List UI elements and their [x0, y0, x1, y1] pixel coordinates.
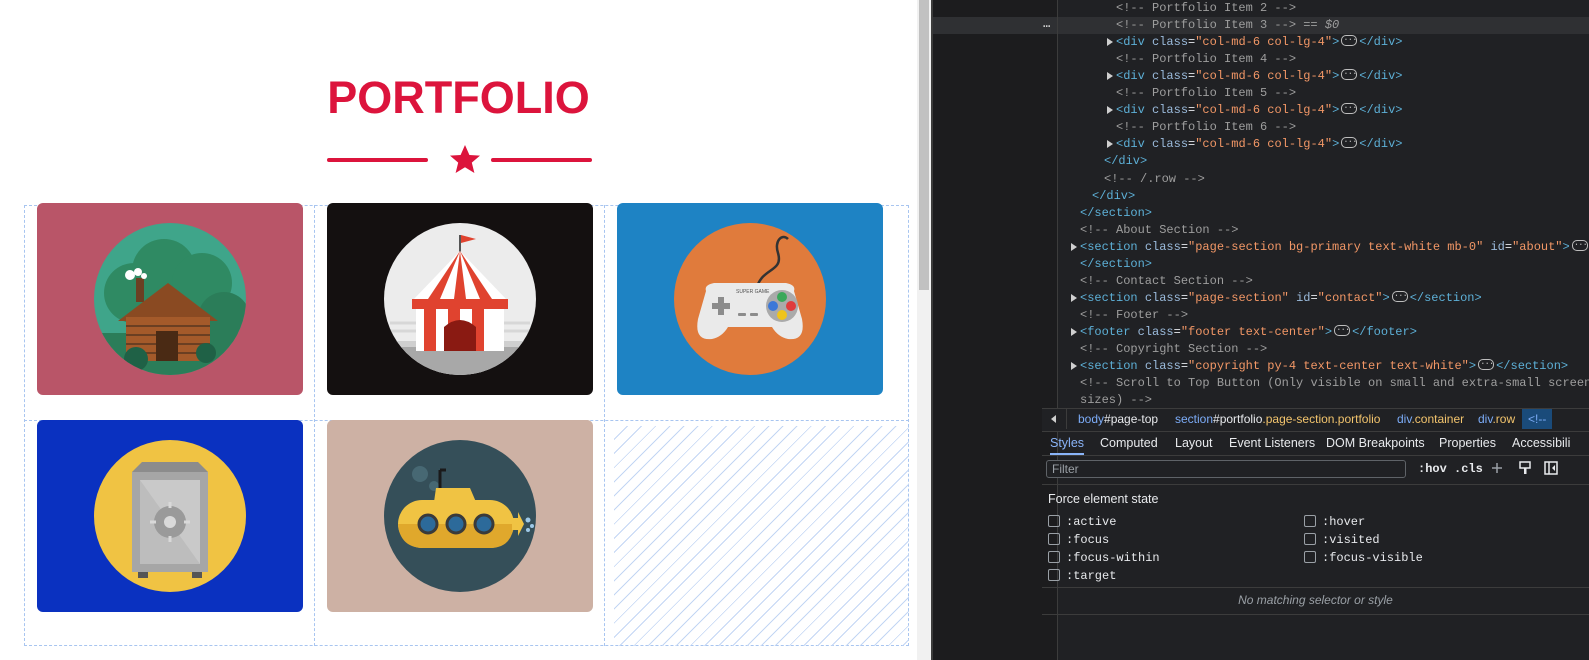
ellipsis-icon[interactable] [1341, 132, 1358, 149]
breadcrumb-container[interactable]: div.container [1397, 409, 1464, 429]
dom-node-comment[interactable]: <!-- Contact Section --> [1080, 273, 1253, 290]
dom-node-comment[interactable]: <!-- Portfolio Item 2 --> [1116, 0, 1296, 17]
portfolio-item-safe[interactable] [37, 420, 303, 612]
tab-event-listeners[interactable]: Event Listeners [1229, 431, 1315, 455]
dom-node-div[interactable]: <div class="col-md-6 col-lg-4"></div> [1107, 132, 1402, 153]
dom-node-comment[interactable]: <!-- Footer --> [1080, 307, 1188, 324]
checkbox[interactable] [1304, 532, 1316, 545]
circus-tent-icon [384, 223, 536, 375]
ellipsis-icon[interactable] [1341, 98, 1358, 115]
safe-icon [94, 440, 246, 592]
add-rule-icon[interactable] [1490, 461, 1504, 475]
ellipsis-icon[interactable] [1341, 30, 1358, 47]
dom-node-section-about[interactable]: <section class="page-section bg-primary … [1071, 235, 1589, 256]
checkbox[interactable] [1304, 550, 1316, 563]
devtools-panel: ⋯ <!-- Portfolio Item 2 --> <!-- Portfol… [933, 0, 1589, 660]
portfolio-item-submarine[interactable] [327, 420, 593, 612]
scrollbar-thumb[interactable] [919, 0, 929, 290]
sidebar-toggle-icon[interactable] [1544, 461, 1558, 475]
column-guide [604, 205, 605, 646]
state-hover[interactable]: :hover [1304, 514, 1365, 530]
state-active[interactable]: :active [1048, 514, 1116, 530]
state-focus-visible[interactable]: :focus-visible [1304, 550, 1423, 566]
checkbox[interactable] [1304, 514, 1316, 527]
breadcrumb-body[interactable]: body#page-top [1078, 409, 1158, 429]
dom-node-close-section[interactable]: </section> [1080, 205, 1152, 222]
column-guide [314, 205, 315, 646]
elements-gutter [933, 0, 1057, 660]
portfolio-item-circus-tent[interactable] [327, 203, 593, 395]
dom-node-comment[interactable]: <!-- Portfolio Item 4 --> [1116, 51, 1296, 68]
cabin-icon [94, 223, 246, 375]
state-visited[interactable]: :visited [1304, 532, 1380, 548]
page-scrollbar[interactable] [917, 0, 931, 660]
game-controller-icon: SUPER GAME [674, 223, 826, 375]
submarine-icon [384, 440, 536, 592]
dom-node-comment[interactable]: <!-- Scroll to Top Button (Only visible … [1080, 375, 1589, 392]
divider-line-right [491, 158, 592, 162]
tab-layout[interactable]: Layout [1175, 431, 1213, 455]
dom-node-section-contact[interactable]: <section class="page-section" id="contac… [1071, 286, 1482, 307]
breadcrumb-scroll-left-icon[interactable] [1042, 409, 1067, 429]
ellipsis-icon[interactable] [1341, 64, 1358, 81]
state-target[interactable]: :target [1048, 568, 1116, 584]
portfolio-heading: PORTFOLIO [327, 72, 590, 123]
dom-node-section-copyright[interactable]: <section class="copyright py-4 text-cent… [1071, 354, 1568, 375]
dom-node-comment[interactable]: <!-- Portfolio Item 6 --> [1116, 119, 1296, 136]
styles-toolbar: :hov .cls [1042, 456, 1589, 485]
hov-toggle[interactable]: :hov [1418, 462, 1447, 476]
dom-node-footer[interactable]: <footer class="footer text-center"></foo… [1071, 320, 1417, 341]
dom-node-comment[interactable]: <!-- /.row --> [1104, 171, 1205, 188]
dom-node-comment[interactable]: <!-- Copyright Section --> [1080, 341, 1267, 358]
section-divider [1042, 587, 1589, 588]
empty-grid-cell [614, 426, 909, 646]
ellipsis-icon[interactable] [1571, 235, 1588, 252]
page-viewport: PORTFOLIO SUPER GAME [0, 0, 917, 660]
portfolio-item-cabin[interactable] [37, 203, 303, 395]
breadcrumb-comment[interactable]: <!-- [1522, 409, 1553, 429]
controller-brand-text: SUPER GAME [736, 289, 770, 295]
dom-node-comment-selected[interactable]: <!-- Portfolio Item 3 --> == $0 [1116, 17, 1339, 34]
section-divider [1042, 614, 1589, 615]
tab-dom-breakpoints[interactable]: DOM Breakpoints [1326, 431, 1425, 455]
dom-node-close-div[interactable]: </div> [1092, 188, 1135, 205]
node-menu-icon[interactable]: ⋯ [1043, 19, 1050, 34]
portfolio-item-game-controller[interactable]: SUPER GAME [617, 203, 883, 395]
breadcrumb-row[interactable]: div.row [1478, 409, 1515, 429]
star-icon [450, 145, 480, 173]
dom-node-div[interactable]: <div class="col-md-6 col-lg-4"></div> [1107, 64, 1402, 85]
no-match-message: No matching selector or style [1238, 593, 1393, 607]
dom-node-div[interactable]: <div class="col-md-6 col-lg-4"></div> [1107, 30, 1402, 51]
divider-line-left [327, 158, 428, 162]
dom-node-close-div[interactable]: </div> [1104, 153, 1147, 170]
paint-brush-icon[interactable] [1518, 461, 1532, 475]
breadcrumb-section[interactable]: section#portfolio.page-section.portfolio [1175, 409, 1380, 429]
dom-node-comment[interactable]: <!-- About Section --> [1080, 222, 1238, 239]
filter-input[interactable] [1046, 460, 1406, 478]
dom-node-div[interactable]: <div class="col-md-6 col-lg-4"></div> [1107, 98, 1402, 119]
tab-properties[interactable]: Properties [1439, 431, 1496, 455]
dom-node-comment[interactable]: sizes) --> [1080, 392, 1152, 409]
tab-styles[interactable]: Styles [1050, 431, 1085, 455]
tab-accessibility[interactable]: Accessibili [1512, 431, 1570, 455]
checkbox[interactable] [1048, 514, 1060, 527]
force-state-title: Force element state [1048, 492, 1159, 506]
breadcrumb: body#page-top section#portfolio.page-sec… [1042, 408, 1589, 432]
cls-toggle[interactable]: .cls [1454, 462, 1483, 476]
ellipsis-icon[interactable] [1478, 354, 1495, 371]
dom-node-close-section[interactable]: </section> [1080, 256, 1152, 273]
checkbox[interactable] [1048, 532, 1060, 545]
checkbox[interactable] [1048, 550, 1060, 563]
state-focus-within[interactable]: :focus-within [1048, 550, 1160, 566]
state-focus[interactable]: :focus [1048, 532, 1109, 548]
ellipsis-icon[interactable] [1334, 320, 1351, 337]
ellipsis-icon[interactable] [1391, 286, 1408, 303]
dom-node-comment[interactable]: <!-- Portfolio Item 5 --> [1116, 85, 1296, 102]
tab-computed[interactable]: Computed [1100, 431, 1158, 455]
styles-tabbar: Styles Computed Layout Event Listeners D… [1042, 431, 1589, 456]
checkbox[interactable] [1048, 568, 1060, 581]
